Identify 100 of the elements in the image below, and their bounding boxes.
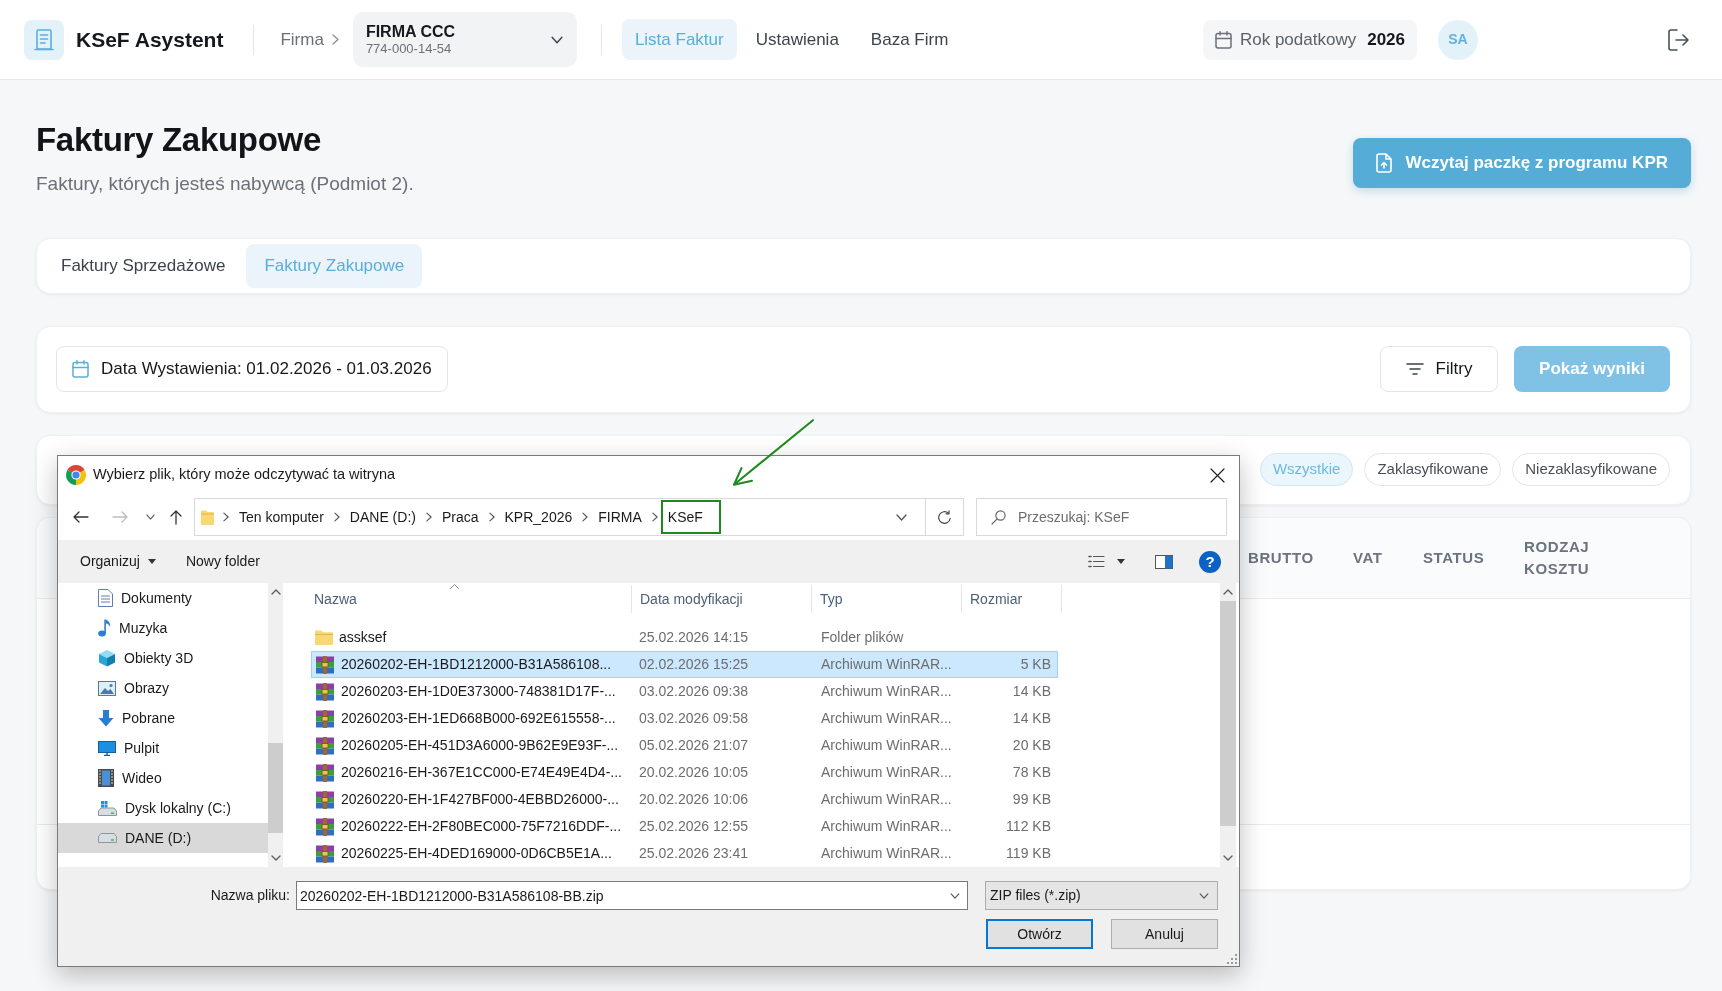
file-row[interactable]: 20260225-EH-4DED169000-0D6CB5E1A... 25.02.2026 23:41 Archiwum WinRAR... 119 KB bbox=[311, 840, 1058, 867]
up-arrow-icon[interactable] bbox=[170, 509, 182, 525]
nav-pane-item[interactable]: DANE (D:) bbox=[58, 823, 268, 853]
file-row[interactable]: 20260216-EH-367E1CC000-E74E49E4D4-... 20.02.2026 10:05 Archiwum WinRAR... 78 KB bbox=[311, 759, 1058, 786]
file-size: 119 KB bbox=[1006, 845, 1051, 861]
system-drive-icon bbox=[98, 800, 117, 816]
music-note-icon bbox=[98, 619, 111, 637]
tax-year-selector[interactable]: Rok podatkowy 2026 bbox=[1202, 19, 1417, 60]
filters-button[interactable]: Filtry bbox=[1380, 346, 1498, 393]
view-options-icon[interactable] bbox=[1088, 555, 1105, 568]
file-row[interactable]: 20260202-EH-1BD1212000-B31A586108... 02.02.2026 15:25 Archiwum WinRAR... 5 KB bbox=[311, 651, 1058, 678]
file-size: 14 KB bbox=[1012, 710, 1051, 726]
company-select[interactable]: FIRMA CCC 774-000-14-54 bbox=[352, 12, 577, 67]
company-label: Firma bbox=[280, 28, 324, 51]
chevron-right-icon bbox=[223, 512, 229, 522]
close-icon[interactable] bbox=[1210, 467, 1225, 483]
calendar-icon bbox=[1214, 30, 1232, 49]
chevron-right-icon bbox=[333, 512, 340, 522]
file-name: 20260205-EH-451D3A6000-9B62E9E93F-... bbox=[341, 736, 619, 755]
column-header[interactable]: Typ bbox=[812, 585, 962, 613]
nav-link[interactable]: Ustawienia bbox=[742, 18, 852, 61]
search-input[interactable]: Przeszukaj: KSeF bbox=[1018, 499, 1226, 535]
caret-icon bbox=[147, 559, 156, 564]
file-row[interactable]: 20260203-EH-1D0E373000-748381D17F-... 03.02.2026 09:38 Archiwum WinRAR... 14 KB bbox=[311, 678, 1058, 705]
breadcrumb-item[interactable]: Praca bbox=[434, 500, 486, 534]
file-name: 20260222-EH-2F80BEC000-75F7216DDF-... bbox=[341, 817, 622, 836]
dropdown-caret-icon[interactable] bbox=[950, 892, 960, 899]
filter-chip[interactable]: Niezaklasyfikowane bbox=[1512, 453, 1670, 487]
recent-locations-caret-icon[interactable] bbox=[146, 514, 155, 520]
archive-icon bbox=[315, 763, 335, 782]
refresh-icon[interactable] bbox=[937, 509, 952, 525]
modified-date: 25.02.2026 14:15 bbox=[639, 629, 748, 645]
nav-pane-item[interactable]: Obrazy bbox=[58, 673, 268, 703]
column-header[interactable]: Data modyfikacji bbox=[632, 585, 812, 613]
resize-grip-icon[interactable] bbox=[1227, 954, 1237, 964]
preview-pane-icon[interactable] bbox=[1155, 554, 1173, 569]
cancel-button[interactable]: Anuluj bbox=[1111, 919, 1218, 949]
new-folder-button[interactable]: Nowy folder bbox=[177, 547, 268, 576]
file-size: 20 KB bbox=[1012, 737, 1051, 753]
nav-pane-item[interactable]: Obiekty 3D bbox=[58, 643, 268, 673]
page-title: Faktury Zakupowe bbox=[36, 121, 322, 159]
chevron-right-icon bbox=[582, 512, 589, 522]
drive-icon bbox=[98, 833, 117, 843]
file-row[interactable]: 20260203-EH-1ED668B000-692E615558-... 03.02.2026 09:58 Archiwum WinRAR... 14 KB bbox=[311, 705, 1058, 732]
column-header[interactable]: Nazwa bbox=[300, 585, 632, 613]
file-row[interactable]: assksef 25.02.2026 14:15 Folder plików bbox=[311, 624, 1058, 651]
archive-icon bbox=[315, 844, 335, 863]
archive-icon bbox=[315, 655, 335, 674]
file-size: 14 KB bbox=[1012, 683, 1051, 699]
search-box[interactable]: Przeszukaj: KSeF bbox=[976, 498, 1227, 536]
address-bar[interactable]: Ten komputer DANE (D:) Praca KPR_2026 FIRMA KSeF bbox=[194, 498, 964, 536]
app-name: KSeF Asystent bbox=[76, 26, 224, 53]
filter-chip[interactable]: Zaklasyfikowane bbox=[1364, 453, 1502, 487]
file-type: Folder plików bbox=[821, 629, 904, 645]
column-header: VAT bbox=[1353, 547, 1384, 568]
caret-icon[interactable] bbox=[1117, 559, 1125, 564]
invoice-tab[interactable]: Faktury Sprzedażowe bbox=[43, 243, 244, 288]
file-type: Archiwum WinRAR... bbox=[821, 683, 952, 699]
breadcrumb-item[interactable]: Ten komputer bbox=[232, 500, 331, 534]
open-button[interactable]: Otwórz bbox=[986, 919, 1093, 949]
file-size: 99 KB bbox=[1012, 791, 1051, 807]
logout-icon[interactable] bbox=[1668, 28, 1690, 51]
file-name: 20260225-EH-4DED169000-0D6CB5E1A... bbox=[341, 844, 612, 863]
download-arrow-icon bbox=[98, 709, 114, 727]
modified-date: 03.02.2026 09:38 bbox=[639, 683, 748, 699]
file-size: 5 KB bbox=[1020, 656, 1051, 672]
scrollbar-thumb[interactable] bbox=[268, 743, 283, 833]
scrollbar-thumb[interactable] bbox=[1220, 601, 1236, 826]
file-name-label: Nazwa pliku: bbox=[209, 886, 290, 905]
file-type-dropdown[interactable]: ZIP files (*.zip) bbox=[985, 881, 1218, 910]
nav-pane-item[interactable]: Pobrane bbox=[58, 703, 268, 733]
chevron-down-icon bbox=[550, 35, 563, 44]
modified-date: 20.02.2026 10:05 bbox=[639, 764, 748, 780]
search-icon bbox=[991, 509, 1006, 525]
modified-date: 20.02.2026 10:06 bbox=[639, 791, 748, 807]
breadcrumb-item[interactable]: KPR_2026 bbox=[497, 500, 580, 534]
breadcrumb-item[interactable]: FIRMA bbox=[591, 500, 649, 534]
nav-pane-item[interactable]: Wideo bbox=[58, 763, 268, 793]
breadcrumb-item[interactable]: DANE (D:) bbox=[342, 500, 423, 534]
archive-icon bbox=[315, 709, 335, 728]
nav-pane-item[interactable]: Pulpit bbox=[58, 733, 268, 763]
chevron-right-icon bbox=[425, 512, 432, 522]
back-arrow-icon[interactable] bbox=[73, 511, 89, 523]
nav-pane-item[interactable]: Dysk lokalny (C:) bbox=[58, 793, 268, 823]
organize-menu-button[interactable]: Organizuj bbox=[72, 547, 164, 576]
file-type: Archiwum WinRAR... bbox=[821, 656, 952, 672]
file-row[interactable]: 20260205-EH-451D3A6000-9B62E9E93F-... 05.02.2026 21:07 Archiwum WinRAR... 20 KB bbox=[311, 732, 1058, 759]
date-range-picker[interactable]: Data Wystawienia: 01.02.2026 - 01.03.2026 bbox=[56, 346, 448, 393]
nav-link[interactable]: Baza Firm bbox=[857, 18, 962, 61]
address-dropdown-caret-icon[interactable] bbox=[896, 513, 907, 521]
column-header: RODZAJ KOSZTU bbox=[1524, 537, 1591, 579]
column-header[interactable]: Rozmiar bbox=[962, 585, 1062, 613]
file-row[interactable]: 20260222-EH-2F80BEC000-75F7216DDF-... 25.02.2026 12:55 Archiwum WinRAR... 112 KB bbox=[311, 813, 1058, 840]
nav-pane-item[interactable]: Dokumenty bbox=[58, 583, 268, 613]
file-type: Archiwum WinRAR... bbox=[821, 737, 952, 753]
nav-pane-item[interactable]: Muzyka bbox=[58, 613, 268, 643]
file-row[interactable]: 20260220-EH-1F427BF000-4EBBD26000-... 20.02.2026 10:06 Archiwum WinRAR... 99 KB bbox=[311, 786, 1058, 813]
help-button[interactable]: ? bbox=[1199, 550, 1221, 573]
file-name: 20260216-EH-367E1CC000-E74E49E4D4-... bbox=[341, 763, 622, 782]
breadcrumb-item[interactable]: KSeF bbox=[660, 500, 721, 534]
